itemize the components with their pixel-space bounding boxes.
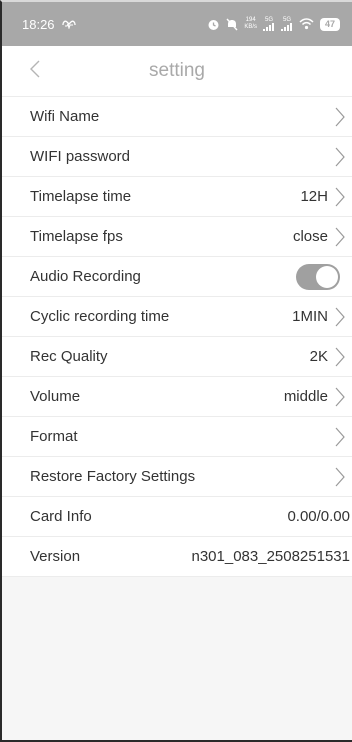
chevron-right-icon: [334, 106, 346, 128]
setting-row-timelapse-fps[interactable]: Timelapse fps close: [2, 217, 352, 257]
setting-label: Cyclic recording time: [30, 308, 170, 325]
setting-label: Restore Factory Settings: [30, 468, 196, 485]
setting-row-volume[interactable]: Volume middle: [2, 377, 352, 417]
setting-label: Version: [30, 548, 81, 565]
setting-row-timelapse-time[interactable]: Timelapse time 12H: [2, 177, 352, 217]
setting-value: close: [292, 228, 328, 245]
chevron-right-icon: [334, 306, 346, 328]
setting-value: 0.00/0.00: [287, 508, 350, 525]
status-left: 18:26: [22, 17, 76, 32]
setting-row-cyclic-recording-time[interactable]: Cyclic recording time 1MIN: [2, 297, 352, 337]
chevron-right-icon: [334, 426, 346, 448]
setting-row-rec-quality[interactable]: Rec Quality 2K: [2, 337, 352, 377]
status-bar: 18:26 194 KB/s 5G 5G 47: [2, 2, 352, 46]
chevron-right-icon: [334, 466, 346, 488]
audio-recording-toggle[interactable]: [296, 263, 340, 290]
phone-screen: 18:26 194 KB/s 5G 5G 47 setting Wifi Nam…: [0, 0, 352, 742]
signal-strength-icon: 5G: [281, 17, 293, 31]
chevron-right-icon: [334, 386, 346, 408]
chevron-left-icon: [29, 59, 41, 84]
setting-label: Timelapse fps: [30, 228, 123, 245]
setting-label: Volume: [30, 388, 81, 405]
setting-row-wifi-password[interactable]: WIFI password: [2, 137, 352, 177]
setting-label: Audio Recording: [30, 268, 141, 285]
setting-label: Format: [30, 428, 78, 445]
network-speed: 194 KB/s: [244, 17, 257, 31]
chevron-right-icon: [334, 346, 346, 368]
setting-row-version: Version n301_083_2508251531: [2, 537, 352, 577]
chevron-right-icon: [334, 146, 346, 168]
setting-value: 12H: [300, 188, 328, 205]
setting-label: Wifi Name: [30, 108, 100, 125]
alarm-icon: [207, 18, 220, 31]
settings-list: Wifi Name WIFI password Timelapse time 1…: [2, 97, 352, 577]
signal-strength-icon: 5G: [263, 17, 275, 31]
chevron-right-icon: [334, 226, 346, 248]
toggle-knob: [316, 265, 338, 288]
status-right: 194 KB/s 5G 5G 47: [207, 17, 340, 31]
back-button[interactable]: [22, 58, 48, 84]
heart-rate-icon: [61, 17, 76, 32]
setting-label: Timelapse time: [30, 188, 132, 205]
setting-row-format[interactable]: Format: [2, 417, 352, 457]
status-time: 18:26: [22, 16, 55, 32]
setting-label: WIFI password: [30, 148, 131, 165]
page-title: setting: [149, 60, 205, 81]
setting-label: Rec Quality: [30, 348, 108, 365]
battery-indicator: 47: [320, 17, 340, 31]
setting-row-restore-factory-settings[interactable]: Restore Factory Settings: [2, 457, 352, 497]
setting-value: 2K: [309, 348, 328, 365]
setting-value: n301_083_2508251531: [191, 548, 350, 565]
mute-icon: [226, 18, 238, 31]
setting-row-card-info: Card Info 0.00/0.00: [2, 497, 352, 537]
network-speed-value: 194: [245, 17, 256, 23]
setting-label: Card Info: [30, 508, 92, 525]
chevron-right-icon: [334, 186, 346, 208]
setting-value: middle: [283, 388, 328, 405]
setting-row-audio-recording: Audio Recording: [2, 257, 352, 297]
setting-row-wifi-name[interactable]: Wifi Name: [2, 97, 352, 137]
network-speed-unit: KB/s: [244, 24, 257, 30]
setting-value: 1MIN: [292, 308, 328, 325]
wifi-icon: [299, 18, 314, 30]
page-header: setting: [2, 46, 352, 97]
